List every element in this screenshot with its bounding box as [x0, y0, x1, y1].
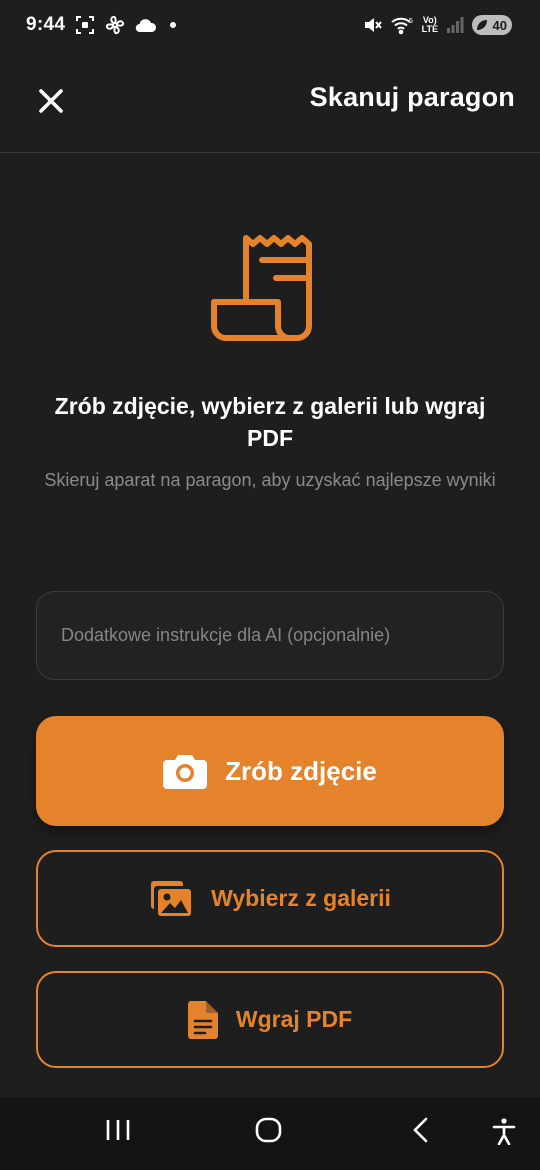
mute-icon	[362, 15, 382, 35]
accessibility-icon	[492, 1118, 516, 1146]
signal-icon	[446, 16, 464, 34]
choose-gallery-button[interactable]: Wybierz z galerii	[36, 850, 504, 947]
hero-subtitle: Skieruj aparat na paragon, aby uzyskać n…	[44, 470, 496, 490]
recent-apps-button[interactable]	[104, 1117, 132, 1148]
accessibility-button[interactable]	[490, 1117, 518, 1150]
volte-indicator: Vo) LTE	[422, 16, 438, 34]
battery-level: 40	[492, 17, 507, 33]
receipt-icon	[210, 232, 330, 349]
home-button[interactable]	[255, 1117, 283, 1148]
status-left: 9:44	[26, 14, 179, 36]
back-button[interactable]	[408, 1117, 436, 1148]
close-icon	[39, 89, 63, 113]
upload-pdf-label: Wgraj PDF	[235, 1006, 353, 1032]
wifi-icon: 5	[390, 15, 414, 35]
choose-gallery-label: Wybierz z galerii	[211, 885, 391, 911]
recent-apps-icon	[106, 1120, 130, 1140]
battery-indicator: 40	[472, 15, 512, 35]
ai-instructions-input[interactable]	[36, 591, 504, 680]
app-header: Skanuj paragon	[0, 50, 540, 153]
notification-dot-icon	[167, 19, 179, 31]
back-icon	[413, 1117, 428, 1143]
svg-text:5: 5	[409, 18, 413, 25]
hero-title: Zrób zdjęcie, wybierz z galerii lub wgra…	[54, 393, 486, 451]
page-title: Skanuj paragon	[309, 82, 515, 112]
system-nav-bar	[0, 1097, 540, 1170]
pinwheel-icon	[105, 15, 125, 35]
status-right: 5 Vo) LTE 40	[362, 15, 512, 35]
battery-saver-icon	[476, 19, 488, 34]
camera-icon	[163, 755, 208, 789]
status-time: 9:44	[26, 14, 66, 35]
status-bar: 9:44 5 Vo) LTE 40	[0, 0, 540, 50]
take-photo-button[interactable]: Zrób zdjęcie	[36, 716, 504, 826]
volte-bottom: LTE	[421, 24, 438, 34]
screenshot-icon	[75, 15, 95, 35]
gallery-icon	[151, 880, 192, 916]
home-icon	[255, 1117, 282, 1143]
document-icon	[187, 1000, 218, 1039]
upload-pdf-button[interactable]: Wgraj PDF	[36, 971, 504, 1068]
cloud-icon	[135, 17, 157, 33]
close-button[interactable]	[30, 80, 72, 122]
take-photo-label: Zrób zdjęcie	[225, 755, 377, 786]
